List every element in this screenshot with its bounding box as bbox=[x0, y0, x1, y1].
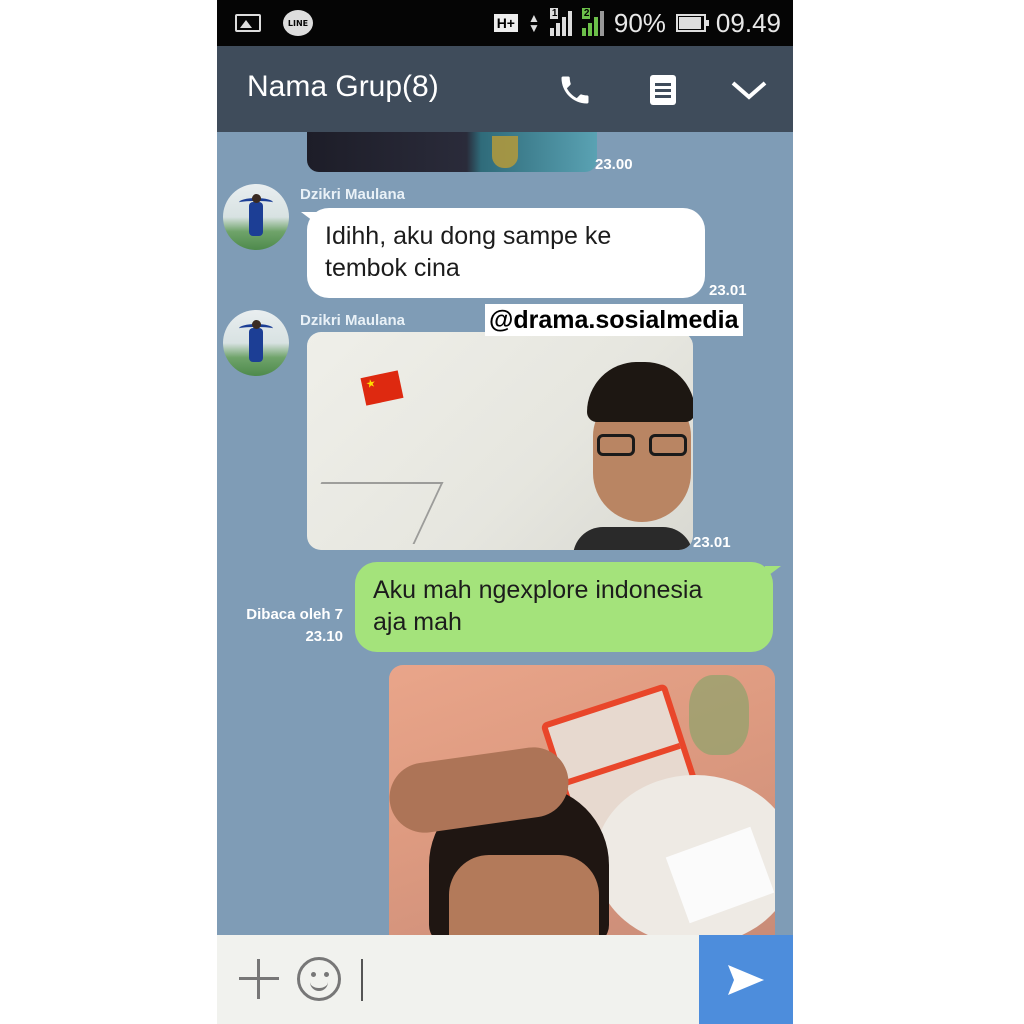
message-input[interactable] bbox=[361, 959, 363, 1001]
sender-name: Dzikri Maulana bbox=[300, 312, 406, 329]
avatar[interactable] bbox=[223, 310, 289, 376]
clock: 09.49 bbox=[715, 7, 781, 38]
wall-crack bbox=[307, 482, 444, 544]
chat-area[interactable]: 23.00 Dzikri Maulana Idihh, aku dong sam… bbox=[217, 132, 793, 935]
line-icon: LINE bbox=[283, 10, 313, 36]
image-icon bbox=[235, 14, 261, 32]
chevron-down-icon[interactable] bbox=[727, 68, 771, 112]
phone-icon[interactable] bbox=[553, 68, 597, 112]
sim2-label: 2 bbox=[581, 8, 590, 19]
message-photo[interactable] bbox=[389, 665, 775, 935]
message-time: 23.01 bbox=[709, 282, 747, 299]
china-flag-image bbox=[360, 370, 404, 406]
read-count: Dibaca oleh 7 bbox=[246, 606, 343, 623]
status-left: LINE bbox=[235, 0, 313, 46]
person-face-image bbox=[449, 855, 599, 935]
message-time: 23.10 bbox=[305, 628, 343, 645]
notes-icon[interactable] bbox=[641, 68, 685, 112]
message-time: 23.00 bbox=[595, 156, 633, 173]
chat-header: Nama Grup(8) bbox=[217, 46, 793, 132]
signal-icon: 2 bbox=[581, 8, 604, 36]
network-type-badge: H+ bbox=[493, 14, 518, 32]
battery-icon bbox=[675, 14, 709, 32]
avatar[interactable] bbox=[223, 184, 289, 250]
phone-screen: LINE H+ ▲ ▼ 1 2 90% 09.49 Nama Grup(8) 2… bbox=[217, 0, 793, 1024]
input-bar bbox=[217, 935, 793, 1024]
send-icon bbox=[728, 964, 764, 995]
trophy-image bbox=[492, 136, 518, 168]
plus-icon[interactable] bbox=[237, 957, 281, 1001]
message-bubble[interactable]: Aku mah ngexplore indonesia aja mah bbox=[355, 562, 773, 652]
sim1-label: 1 bbox=[549, 8, 558, 19]
data-arrows-icon: ▲ ▼ bbox=[527, 11, 540, 35]
message-text-line: aja mah bbox=[373, 608, 462, 636]
message-photo[interactable] bbox=[307, 332, 693, 550]
battery-percent: 90% bbox=[613, 7, 666, 38]
message-text-line: Aku mah ngexplore indonesia bbox=[373, 576, 703, 604]
message-bubble[interactable]: Idihh, aku dong sampe ke tembok cina bbox=[307, 208, 705, 298]
status-right: H+ ▲ ▼ 1 2 90% 09.49 bbox=[493, 0, 781, 46]
message-time: 23.01 bbox=[693, 534, 731, 551]
message-text-line: Idihh, aku dong sampe ke bbox=[325, 222, 612, 250]
status-bar: LINE H+ ▲ ▼ 1 2 90% 09.49 bbox=[217, 0, 793, 46]
plant-image bbox=[689, 675, 749, 755]
signal-icon: 1 bbox=[549, 8, 572, 36]
group-title[interactable]: Nama Grup(8) bbox=[247, 70, 439, 104]
message-photo[interactable] bbox=[307, 132, 597, 172]
person-image bbox=[573, 362, 693, 550]
sender-name: Dzikri Maulana bbox=[300, 186, 406, 203]
send-button[interactable] bbox=[699, 935, 793, 1024]
emoji-icon[interactable] bbox=[297, 957, 341, 1001]
message-text-line: tembok cina bbox=[325, 254, 460, 282]
watermark: @drama.sosialmedia bbox=[485, 304, 743, 336]
read-receipt: Dibaca oleh 7 23.10 bbox=[235, 604, 343, 648]
